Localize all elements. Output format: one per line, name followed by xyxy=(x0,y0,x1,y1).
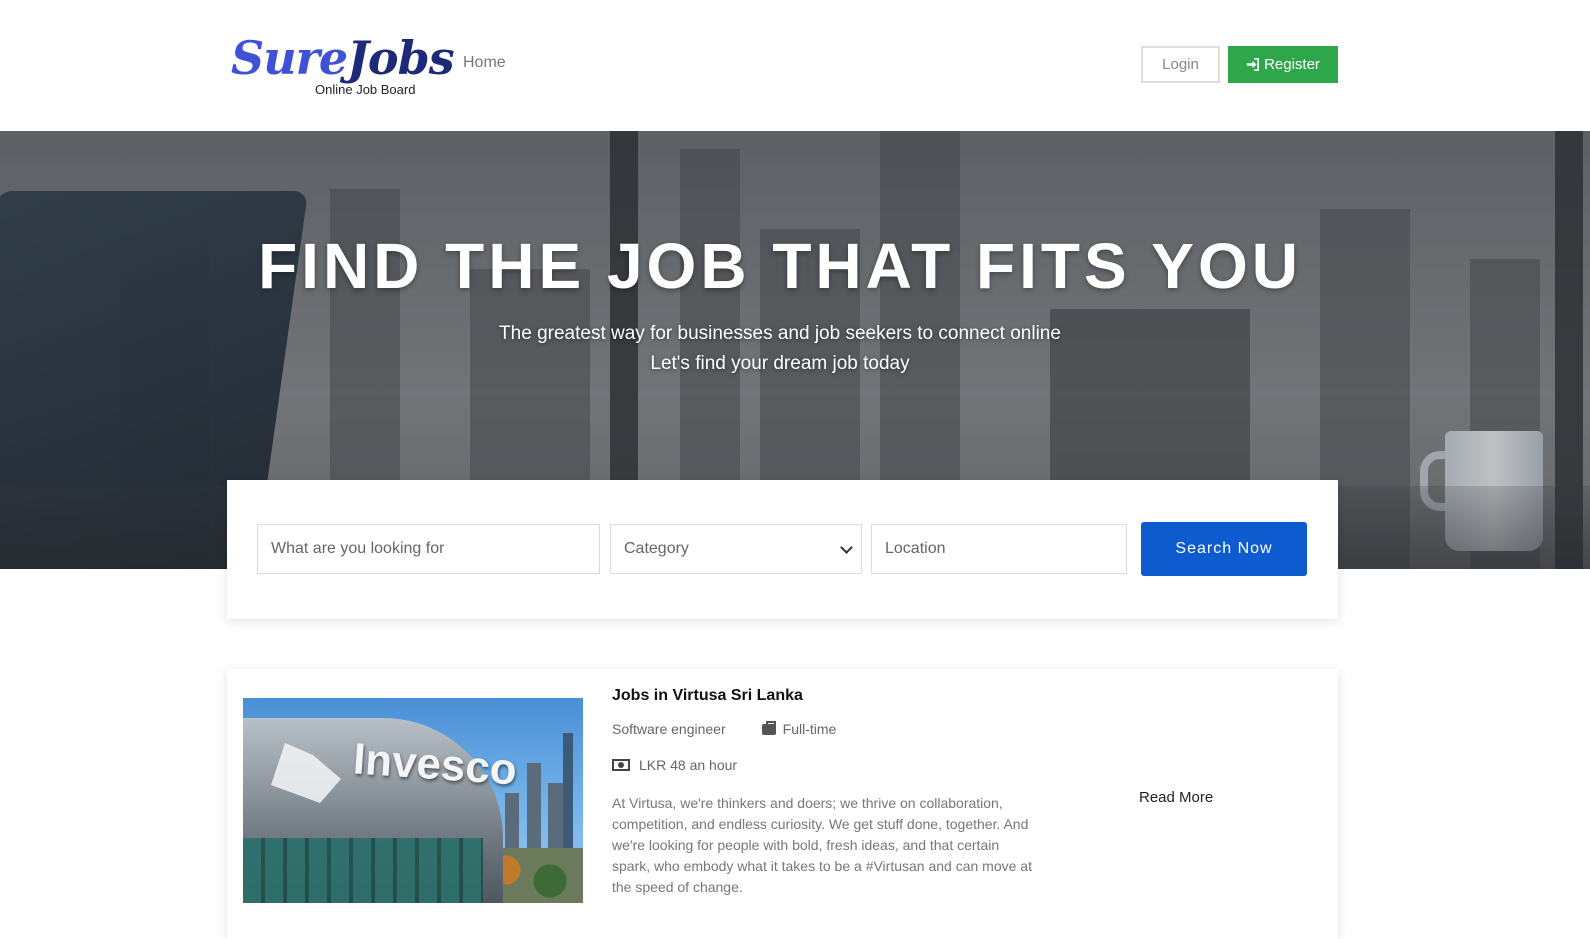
job-title[interactable]: Jobs in Virtusa Sri Lanka xyxy=(612,687,803,705)
job-salary-label: LKR 48 an hour xyxy=(639,757,738,773)
job-listing-card: Invesco Jobs in Virtusa Sri Lanka Softwa… xyxy=(227,669,1338,939)
company-image[interactable]: Invesco xyxy=(243,698,583,903)
register-button[interactable]: Register xyxy=(1228,46,1338,83)
job-type: Full-time xyxy=(761,720,837,737)
search-now-button[interactable]: Search Now xyxy=(1141,522,1307,576)
money-icon xyxy=(612,759,630,771)
job-description: At Virtusa, we're thinkers and doers; we… xyxy=(612,795,1032,895)
search-form: What are you looking for Category Locati… xyxy=(227,480,1338,619)
navbar: SureJobs Online Job Board Home Login Reg… xyxy=(0,0,1590,131)
logo-wordmark: SureJobs xyxy=(231,31,455,85)
logo[interactable]: SureJobs Online Job Board xyxy=(231,30,455,100)
job-position: Software engineer xyxy=(612,721,726,737)
sign-in-icon xyxy=(1246,58,1260,71)
hero-title: FIND THE JOB THAT FITS YOU xyxy=(258,230,1302,302)
keyword-placeholder: What are you looking for xyxy=(271,540,445,557)
logo-tagline: Online Job Board xyxy=(315,82,416,97)
category-select[interactable]: Category xyxy=(610,524,862,574)
search-now-label: Search Now xyxy=(1175,540,1273,557)
briefcase-icon xyxy=(761,720,776,735)
category-selected-value: Category xyxy=(624,540,689,557)
job-type-label: Full-time xyxy=(782,721,837,737)
register-label: Register xyxy=(1264,56,1320,73)
login-button[interactable]: Login xyxy=(1141,46,1220,83)
hero-subtitle-line1: The greatest way for businesses and job … xyxy=(499,323,1061,344)
read-more-link[interactable]: Read More xyxy=(1139,789,1213,806)
location-input[interactable]: Location xyxy=(871,524,1127,574)
nav-home-link[interactable]: Home xyxy=(463,54,506,72)
job-meta: Software engineer Full-time xyxy=(612,720,837,737)
location-placeholder: Location xyxy=(885,540,946,557)
keyword-search-input[interactable]: What are you looking for xyxy=(257,524,600,574)
chevron-down-icon xyxy=(840,541,853,554)
job-salary: LKR 48 an hour xyxy=(612,757,737,773)
login-label: Login xyxy=(1162,56,1199,73)
hero-subtitle-line2: Let's find your dream job today xyxy=(650,353,910,374)
